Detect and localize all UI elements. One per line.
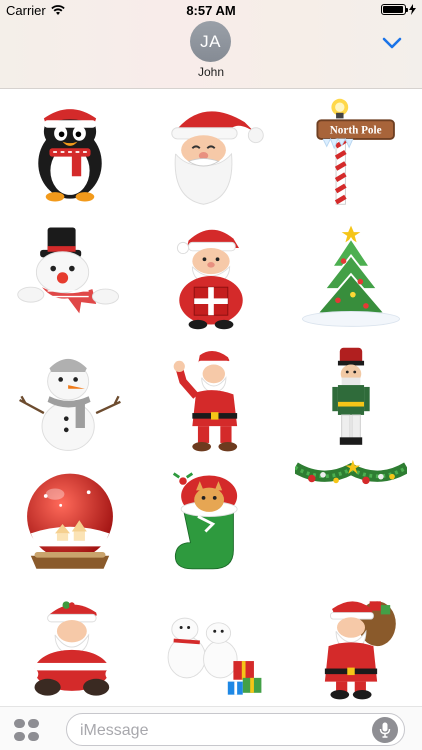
imessage-input[interactable]: iMessage <box>66 713 405 746</box>
chevron-down-icon <box>382 37 402 49</box>
contact-name[interactable]: John <box>0 65 422 79</box>
microphone-glyph <box>379 722 391 738</box>
status-bar: Carrier 8:57 AM <box>0 0 422 20</box>
sticker-garland[interactable] <box>281 459 422 586</box>
garland-sticker-image <box>295 459 408 485</box>
sticker-stocking-kitten[interactable] <box>141 462 282 586</box>
avatar-initials: JA <box>200 31 221 51</box>
sticker-santa-sack[interactable] <box>281 586 422 710</box>
stocking-kitten-sticker-image <box>172 472 238 570</box>
sticker-santa-face[interactable] <box>141 90 282 214</box>
sticker-north-pole-sign[interactable]: North Pole <box>281 90 422 214</box>
polar-bears-sticker-image <box>167 617 262 695</box>
santa-face-sticker-image <box>171 111 264 205</box>
sticker-snow-globe[interactable] <box>0 462 141 586</box>
snowman-face-sticker-image <box>17 227 120 314</box>
sticker-christmas-tree[interactable] <box>281 214 422 338</box>
imessage-placeholder: iMessage <box>80 722 149 739</box>
penguin-sticker-image <box>38 97 103 202</box>
charging-icon <box>409 4 416 15</box>
contact-avatar[interactable]: JA <box>190 21 231 62</box>
sticker-santa-gift[interactable] <box>141 214 282 338</box>
sticker-snowman-face[interactable] <box>0 214 141 338</box>
north-pole-sticker-image: North Pole <box>316 98 396 205</box>
sticker-nutcracker[interactable] <box>281 338 422 462</box>
nutcracker-sticker-image <box>332 347 371 445</box>
sticker-santa-thumbs-up[interactable] <box>141 338 282 462</box>
collapse-button[interactable] <box>380 34 404 52</box>
christmas-tree-sticker-image <box>302 225 401 327</box>
santa-sack-sticker-image <box>324 601 397 700</box>
snowman-sticker-image <box>19 358 122 451</box>
sticker-snowman[interactable] <box>0 338 141 462</box>
sticker-santa-sitting[interactable] <box>0 586 141 710</box>
santa-thumbs-up-sticker-image <box>173 350 238 452</box>
north-pole-sign-text: North Pole <box>330 124 382 136</box>
santa-gift-sticker-image <box>176 229 243 330</box>
battery-icon <box>381 4 408 15</box>
status-time: 8:57 AM <box>186 3 236 18</box>
apps-icon[interactable] <box>14 719 40 741</box>
snow-globe-sticker-image <box>27 473 114 569</box>
sticker-penguin[interactable] <box>0 90 141 214</box>
santa-sitting-sticker-image <box>27 601 117 696</box>
message-input-bar: iMessage <box>0 706 422 750</box>
sticker-grid: North Pole <box>0 90 422 710</box>
sticker-polar-bears[interactable] <box>141 586 282 710</box>
microphone-icon[interactable] <box>372 717 398 743</box>
